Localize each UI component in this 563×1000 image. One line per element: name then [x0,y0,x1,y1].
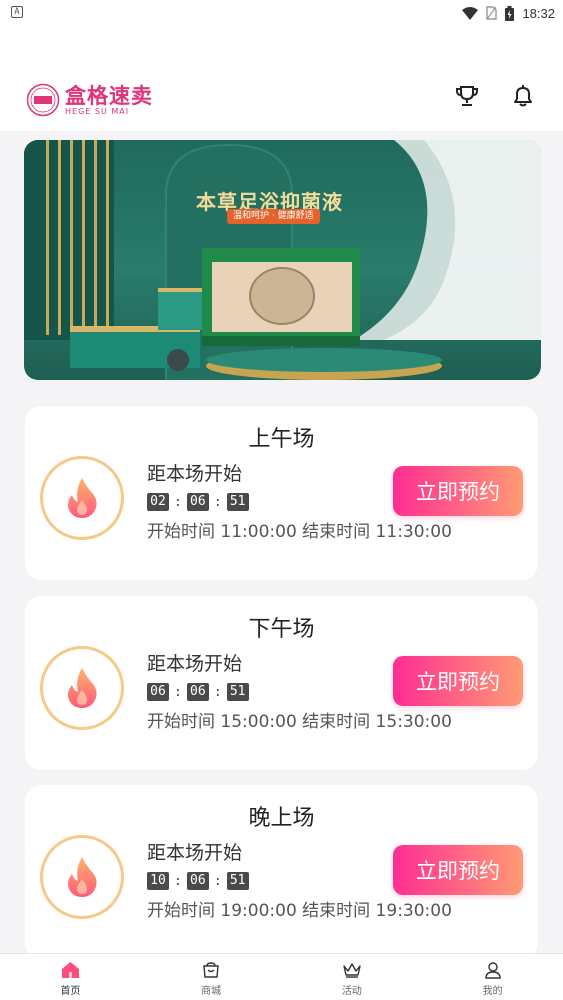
timer-separator: : [174,873,182,889]
countdown-label: 距本场开始 [147,842,243,864]
tab-shop[interactable]: 商城 [141,954,282,1000]
tab-label: 活动 [341,986,362,997]
battery-icon [505,5,515,21]
banner-illustration [24,140,541,380]
trophy-button[interactable] [452,81,482,111]
flame-icon [68,668,97,708]
notification-a-icon: A [11,6,23,18]
reserve-button[interactable]: 立即预约 [393,466,523,516]
session-title: 上午场 [248,427,315,452]
countdown-timer: 10 : 06 : 51 [147,872,249,890]
tab-activity[interactable]: 活动 [282,954,423,1000]
timer-seconds: 51 [226,872,249,890]
brand-logo: 盒格速卖 HEGE SU MAI [26,83,153,117]
session-card-morning: 上午场 距本场开始 02 : 06 : 51 开始时间 11:00:00 结束时… [25,406,538,580]
status-bar: A 18:32 [0,0,563,26]
session-title: 下午场 [248,617,315,642]
timer-separator: : [174,494,182,510]
session-badge [40,646,124,730]
timer-seconds: 51 [226,493,249,511]
session-badge [40,456,124,540]
brand-seal-icon [26,83,60,117]
reserve-button[interactable]: 立即预约 [393,845,523,895]
timer-hours: 02 [147,493,169,511]
crown-icon [343,961,361,979]
app-header: 盒格速卖 HEGE SU MAI [0,26,563,131]
wifi-icon [462,6,479,20]
session-title: 晚上场 [248,806,315,831]
bell-icon [514,85,532,107]
brand-name-en: HEGE SU MAI [65,106,130,116]
flame-icon [68,478,97,518]
shop-icon [202,961,220,979]
timer-seconds: 51 [226,683,249,701]
banner-subtitle: 温和呵护 · 健康舒适 [227,209,320,224]
tab-label: 商城 [201,986,222,997]
flame-icon [68,857,97,897]
timer-minutes: 06 [186,872,209,890]
tab-home[interactable]: 首页 [0,954,141,1000]
promo-banner[interactable]: 本草足浴抑菌液 温和呵护 · 健康舒适 [24,140,541,380]
home-icon [61,961,79,979]
countdown-label: 距本场开始 [147,463,243,485]
session-badge [40,835,124,919]
reserve-button[interactable]: 立即预约 [393,656,523,706]
status-icons: 18:32 [462,3,555,23]
user-icon [484,961,502,979]
tab-label: 我的 [482,986,503,997]
timer-hours: 06 [147,683,169,701]
timer-hours: 10 [147,872,169,890]
countdown-timer: 06 : 06 : 51 [147,683,249,701]
session-card-afternoon: 下午场 距本场开始 06 : 06 : 51 开始时间 15:00:00 结束时… [25,596,538,770]
timer-separator: : [213,684,222,700]
session-times: 开始时间 15:00:00 结束时间 15:30:00 [147,712,452,732]
countdown-label: 距本场开始 [147,653,243,675]
brand-name: 盒格速卖 [65,83,153,108]
notification-button[interactable] [508,81,538,111]
session-card-evening: 晚上场 距本场开始 10 : 06 : 51 开始时间 19:00:00 结束时… [25,785,538,959]
bottom-tab-bar: 首页 商城 活动 我的 [0,953,563,1000]
countdown-timer: 02 : 06 : 51 [147,493,249,511]
sim-icon [486,6,498,20]
timer-minutes: 06 [186,493,209,511]
clock: 18:32 [522,5,555,21]
timer-separator: : [174,684,182,700]
session-times: 开始时间 19:00:00 结束时间 19:30:00 [147,901,452,921]
timer-separator: : [213,873,222,889]
timer-minutes: 06 [186,683,209,701]
trophy-icon [456,86,478,106]
timer-separator: : [213,494,222,510]
tab-label: 首页 [60,986,81,997]
tab-profile[interactable]: 我的 [422,954,563,1000]
session-times: 开始时间 11:00:00 结束时间 11:30:00 [147,522,452,542]
